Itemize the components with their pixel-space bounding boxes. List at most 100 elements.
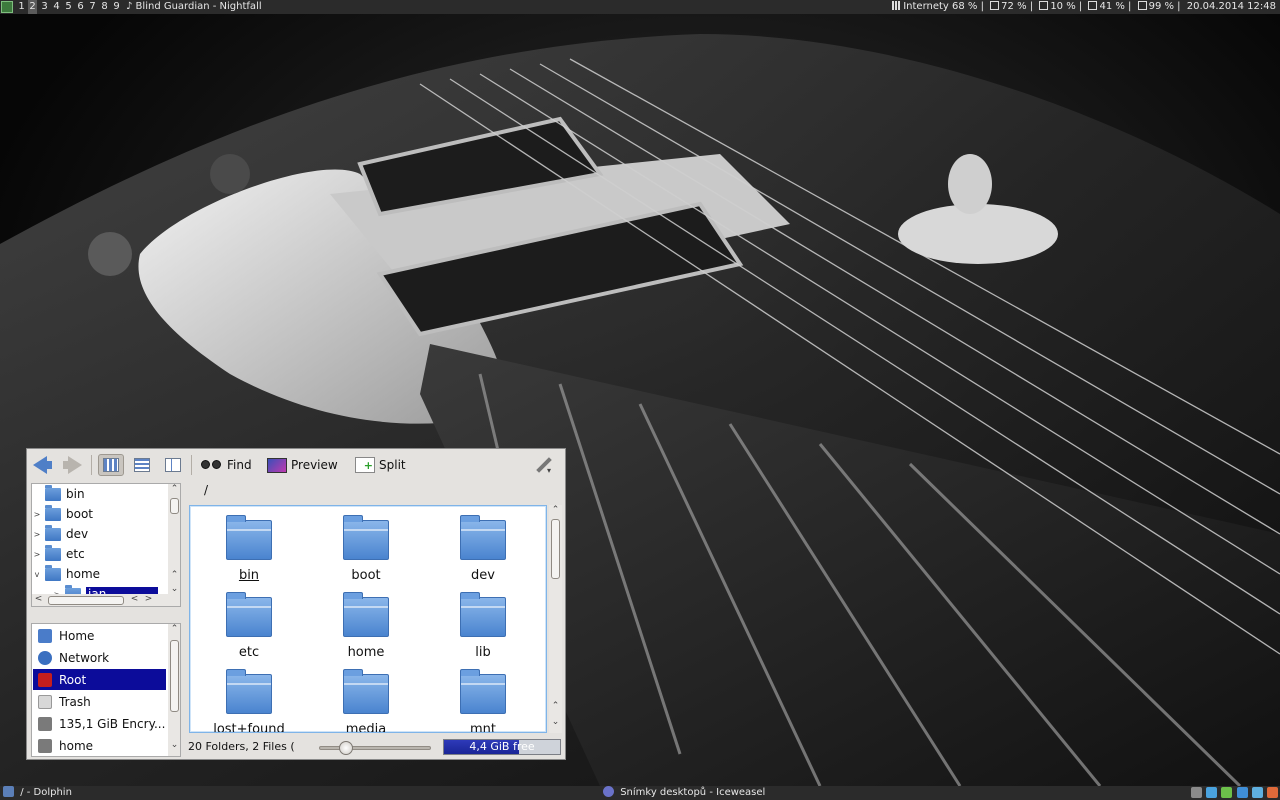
tree-item-label: etc — [66, 547, 85, 561]
folder-icon — [226, 669, 272, 714]
dolphin-icon — [3, 786, 14, 797]
scroll-up-icon[interactable]: ⌃ — [549, 505, 562, 515]
tray-icon-1[interactable] — [1191, 787, 1203, 798]
file-item-media[interactable]: media — [311, 669, 421, 732]
file-item-etc[interactable]: etc — [194, 592, 304, 660]
workspace-6[interactable]: 6 — [76, 0, 85, 14]
tree-item-etc[interactable]: > etc — [32, 544, 168, 564]
scrollbar-thumb[interactable] — [551, 519, 560, 579]
tree-item-bin[interactable]: bin — [32, 484, 168, 504]
preview-button[interactable]: Preview — [267, 454, 338, 476]
scroll-up-icon[interactable]: ⌃ — [168, 624, 180, 634]
workspace-7[interactable]: 7 — [88, 0, 97, 14]
workspace-8[interactable]: 8 — [100, 0, 109, 14]
details-view-icon — [134, 458, 150, 472]
root-folder-icon — [38, 672, 52, 687]
scroll-down-icon[interactable]: ⌄ — [168, 584, 180, 594]
signal-icon — [892, 1, 902, 10]
app-menu-icon[interactable] — [1, 1, 13, 13]
task-iceweasel[interactable]: Snímky desktopů - Iceweasel — [603, 786, 765, 800]
preview-icon — [267, 457, 287, 473]
workspace-1[interactable]: 1 — [17, 0, 26, 14]
memory-icon — [1088, 1, 1098, 10]
scroll-up-icon[interactable]: ⌃ — [168, 570, 180, 580]
scrollbar-thumb[interactable] — [170, 498, 179, 514]
scroll-left-icon[interactable]: < — [32, 594, 45, 604]
speaker-icon — [990, 1, 1000, 10]
tree-horizontal-scrollbar[interactable]: < < > — [32, 594, 168, 606]
scroll-down-icon[interactable]: ⌄ — [549, 717, 562, 727]
tray-icon-2[interactable] — [1206, 787, 1218, 798]
folder-icon — [460, 515, 506, 560]
place-label: Network — [59, 650, 110, 665]
folder-icon — [45, 484, 61, 501]
task-dolphin[interactable]: / - Dolphin — [3, 786, 72, 800]
task-label: Snímky desktopů - Iceweasel — [620, 787, 766, 798]
memory-status: 41 % — [1099, 1, 1125, 12]
place-network[interactable]: Network — [33, 647, 166, 668]
forward-button[interactable] — [63, 454, 82, 476]
file-item-lost-found[interactable]: lost+found — [194, 669, 304, 732]
folder-icon — [45, 544, 61, 561]
wrench-icon: ▾ — [533, 456, 555, 475]
workspace-2[interactable]: 2 — [28, 0, 37, 14]
place-label: 135,1 GiB Encry... — [59, 716, 166, 731]
file-item-dev[interactable]: dev — [428, 515, 538, 583]
zoom-slider-handle[interactable] — [339, 741, 354, 755]
file-view-vertical-scrollbar[interactable]: ⌃ ⌃ ⌄ — [549, 505, 562, 733]
file-name: dev — [471, 568, 495, 583]
tree-expander[interactable]: > — [32, 510, 42, 519]
tree-item-boot[interactable]: > boot — [32, 504, 168, 524]
split-icon: + — [355, 457, 375, 473]
tree-vertical-scrollbar[interactable]: ⌃ ⌃ ⌄ — [168, 484, 180, 606]
place-trash[interactable]: Trash — [33, 691, 166, 712]
columns-view-button[interactable] — [160, 454, 186, 476]
file-item-bin[interactable]: bin — [194, 515, 304, 583]
tray-icon-5[interactable] — [1251, 787, 1263, 798]
file-item-home[interactable]: home — [311, 592, 421, 660]
file-item-lib[interactable]: lib — [428, 592, 538, 660]
details-view-button[interactable] — [129, 454, 155, 476]
tree-expander[interactable]: > — [32, 550, 42, 559]
split-button[interactable]: + Split — [355, 454, 406, 476]
file-item-mnt[interactable]: mnt — [428, 669, 538, 732]
scroll-up-icon[interactable]: ⌃ — [168, 484, 180, 494]
back-button[interactable] — [33, 454, 52, 476]
workspace-3[interactable]: 3 — [40, 0, 49, 14]
folders-panel: bin > boot > dev > etc v home > jan < — [31, 483, 181, 607]
tree-expander[interactable]: > — [32, 530, 42, 539]
file-name: bin — [238, 568, 260, 583]
folder-icon — [343, 515, 389, 560]
scrollbar-thumb[interactable] — [48, 596, 124, 605]
volume-status: 72 % — [1001, 1, 1027, 12]
tray-icon-6[interactable] — [1267, 787, 1278, 798]
find-label: Find — [227, 458, 252, 472]
status-summary: 20 Folders, 2 Files ( — [188, 740, 295, 753]
tree-expander[interactable]: v — [32, 570, 42, 579]
scroll-up-icon[interactable]: ⌃ — [549, 701, 562, 711]
tree-item-home[interactable]: v home — [32, 564, 168, 584]
location-breadcrumb[interactable]: / — [204, 483, 208, 497]
scroll-left-icon[interactable]: < — [128, 594, 141, 604]
file-name: home — [347, 645, 385, 660]
scroll-right-icon[interactable]: > — [142, 594, 155, 604]
scrollbar-thumb[interactable] — [170, 640, 179, 712]
tray-icon-4[interactable] — [1236, 787, 1248, 798]
icons-view-button[interactable] — [98, 454, 124, 476]
workspace-4[interactable]: 4 — [52, 0, 61, 14]
folder-icon — [343, 669, 389, 714]
place-root[interactable]: Root — [33, 669, 166, 690]
place-home[interactable]: Home — [33, 625, 166, 646]
place-encrypted-drive[interactable]: 135,1 GiB Encry... — [33, 713, 166, 734]
configure-button[interactable]: ▾ — [533, 454, 555, 476]
bottom-taskbar: / - Dolphin Snímky desktopů - Iceweasel — [0, 786, 1280, 800]
file-item-boot[interactable]: boot — [311, 515, 421, 583]
place-label: Home — [59, 628, 95, 643]
tree-item-dev[interactable]: > dev — [32, 524, 168, 544]
find-button[interactable]: Find — [201, 454, 252, 476]
workspace-5[interactable]: 5 — [64, 0, 73, 14]
tray-icon-3[interactable] — [1221, 787, 1233, 798]
clock: 20.04.2014 12:48 — [1186, 1, 1276, 12]
zoom-slider[interactable] — [319, 741, 431, 755]
workspace-9[interactable]: 9 — [112, 0, 121, 14]
